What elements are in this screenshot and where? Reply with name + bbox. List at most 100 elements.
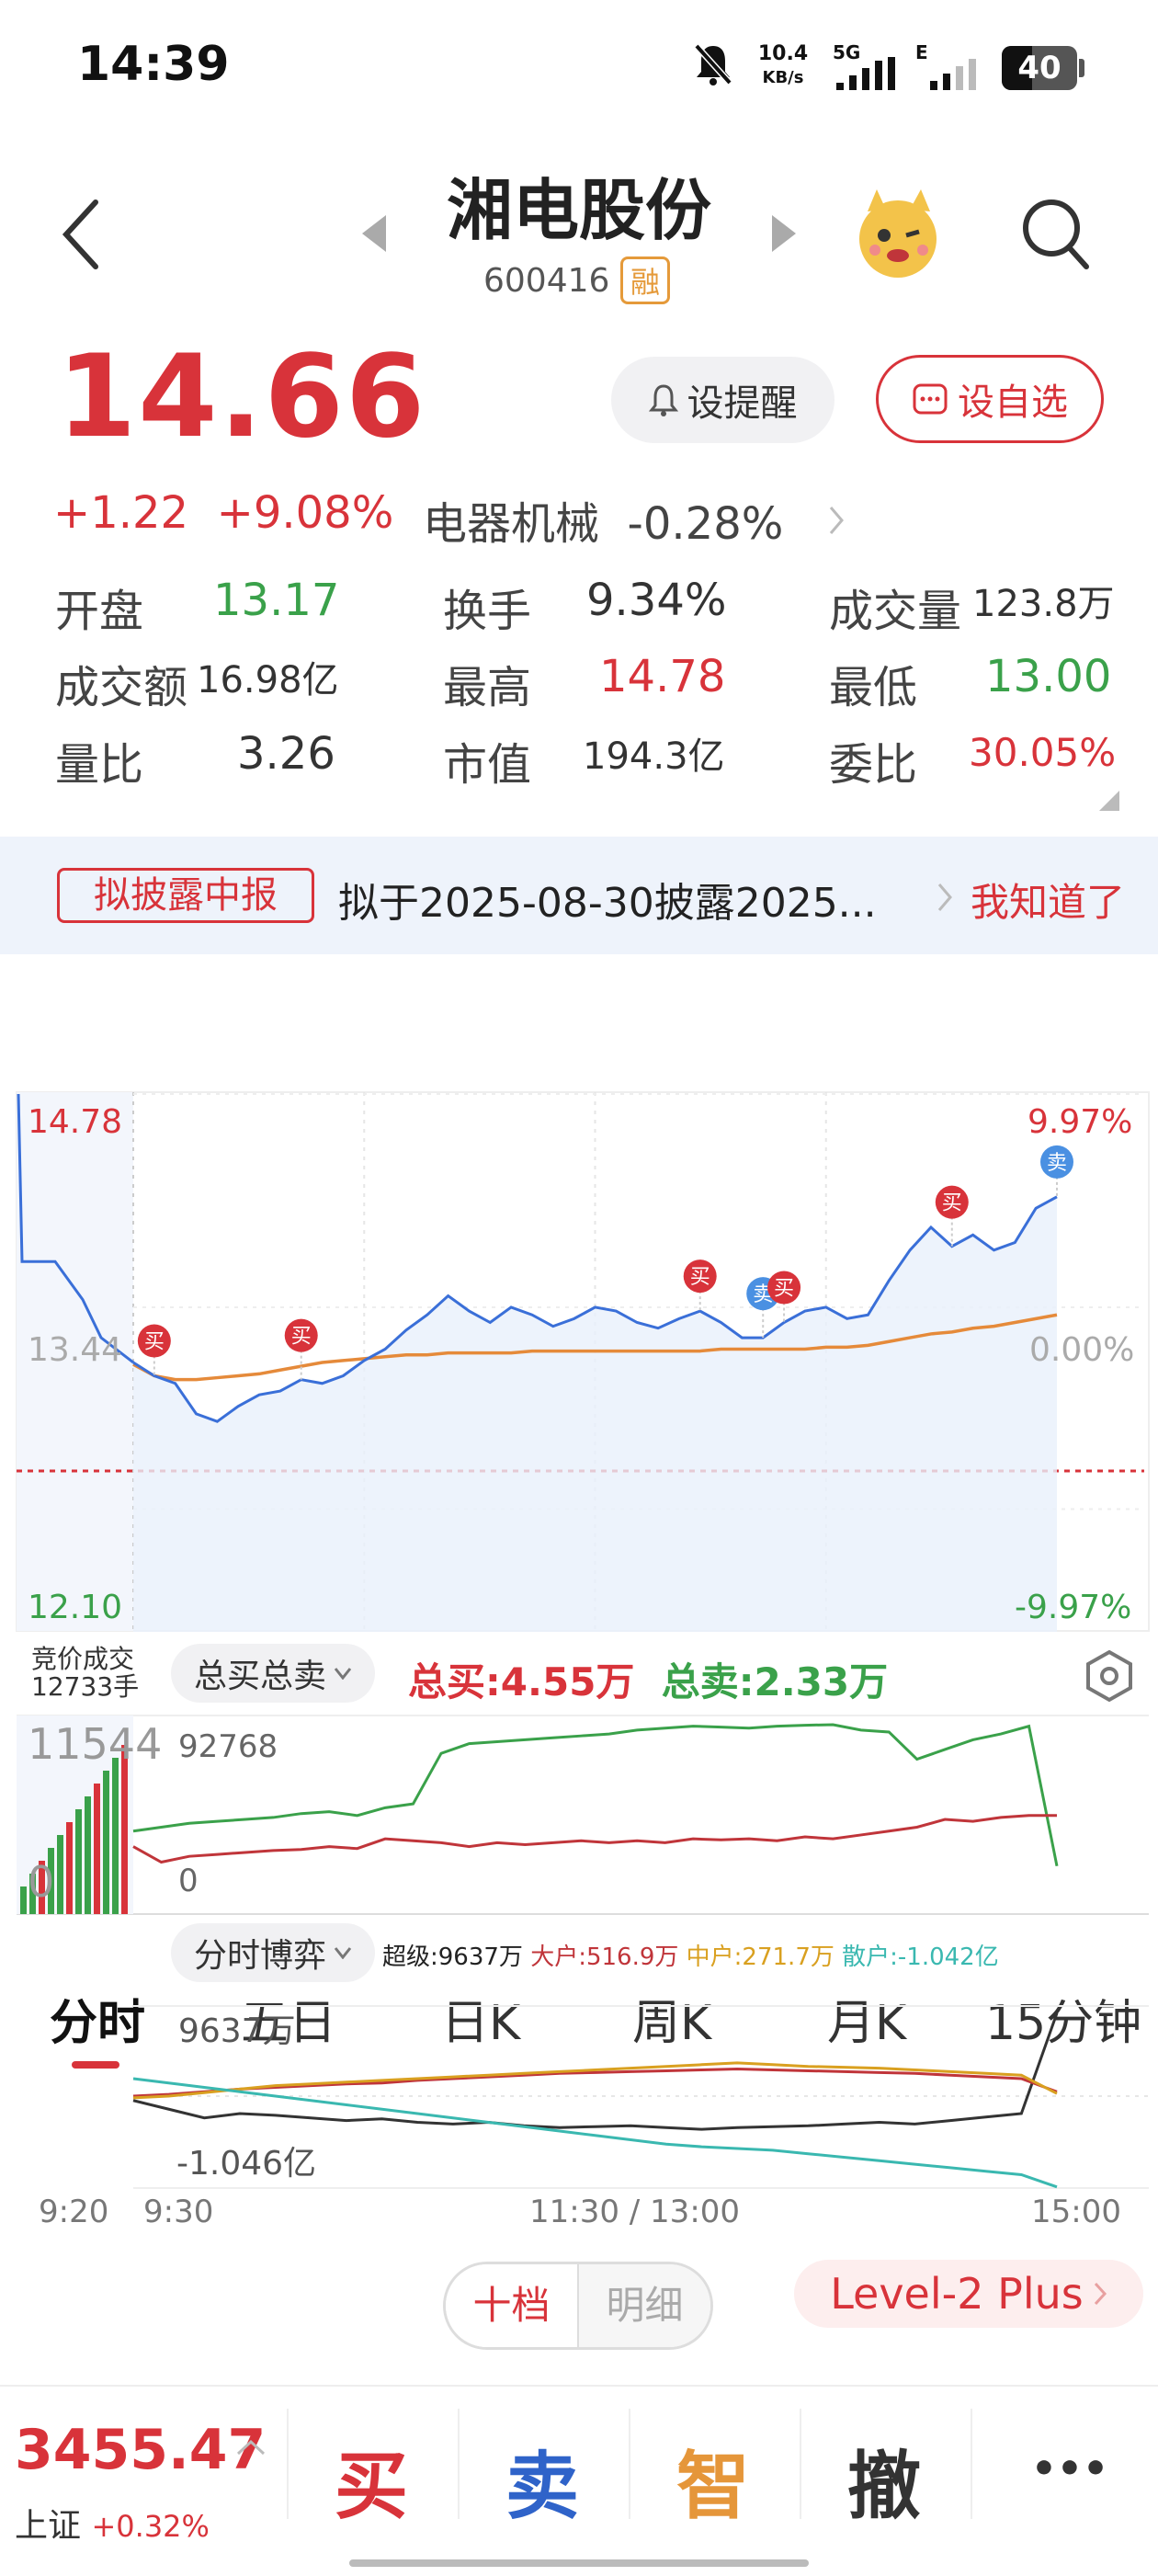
sector-link[interactable]: 电器机械 -0.28% [423,487,783,552]
game-y-bottom: -1.046亿 [176,2145,317,2183]
notice-tag: 拟披露中报 [57,868,314,923]
divider [629,2409,630,2519]
total-sell-label: 总卖: [661,1659,755,1704]
total-buy-value: 4.55万 [500,1659,635,1704]
network2-label: E [915,41,928,63]
stat-turnover-label: 换手 [443,586,532,637]
x-tick-midday: 11:30 / 13:00 [529,2194,741,2230]
y-label-high: 14.78 [28,1103,123,1141]
add-watchlist-label: 设自选 [958,382,1068,424]
level2-label: Level-2 Plus [830,2269,1084,2319]
divider [971,2409,972,2519]
sector-name: 电器机械 [423,498,600,550]
price-change-pct: +9.08% [216,487,394,539]
legend-super: 超级:9637万 [382,1943,523,1971]
expand-corner-icon[interactable] [1099,791,1119,811]
y-label-mid: 13.44 [28,1331,123,1369]
home-indicator [349,2559,809,2567]
status-time: 14:39 [77,37,230,92]
auction-volume-bar [75,1809,82,1914]
sector-pct: -0.28% [627,498,784,550]
stock-name: 湘电股份 [446,172,711,249]
settings-hexagon-icon[interactable] [1084,1649,1134,1703]
chevron-down-icon [334,1947,352,1959]
stat-market-cap-label: 市值 [443,739,532,791]
stat-low-value: 13.00 [985,651,1112,702]
tab-detail[interactable]: 明细 [579,2264,710,2347]
game-selector[interactable]: 分时博弈 [171,1923,375,1982]
set-alert-button[interactable]: 设提醒 [611,357,834,443]
more-button[interactable]: ••• [1015,2445,1125,2492]
level2-plus-button[interactable]: Level-2 Plus [794,2260,1143,2328]
cancel-order-button[interactable]: 撤 [829,2427,939,2534]
mascot-icon[interactable] [849,184,947,281]
status-bar: 14:39 10.4 KB/s 5G E 40 [0,0,1158,138]
notice-dismiss-button[interactable]: 我知道了 [971,872,1125,928]
stat-commission-ratio-value: 30.05% [969,730,1117,775]
stat-low-label: 最低 [829,662,918,713]
auction-value: 12733手 [31,1671,140,1702]
game-selector-label: 分时博弈 [193,1937,326,1975]
chevron-down-icon [334,1668,352,1680]
legend-large: 大户:516.9万 [530,1943,679,1971]
stat-volume-label: 成交量 [829,586,962,637]
flow-line-大户 [132,2068,1058,2098]
totals-row: 总买:4.55万 总卖:2.33万 [408,1651,888,1707]
prev-stock-icon[interactable] [360,213,388,254]
y-right-label-high: 9.97% [1027,1103,1133,1141]
y-right-label-mid: 0.00% [1029,1331,1135,1369]
stat-commission-ratio-label: 委比 [829,739,918,791]
total-sell-line [132,1814,1057,1864]
index-value[interactable]: 3455.47 [15,2418,266,2482]
order-book-tabs: 十档 明细 [443,2262,713,2350]
auction-volume-bar [103,1771,109,1914]
add-watchlist-button[interactable]: 设自选 [876,355,1104,443]
battery-tip [1079,59,1084,77]
auction-label: 竞价成交 [31,1644,135,1674]
buy-marker-label: 买 [690,1266,710,1289]
net-speed-unit: KB/s [762,68,804,87]
stat-volume-value: 123.8万 [972,583,1115,625]
notice-text[interactable]: 拟于2025-08-30披露2025... [338,870,877,929]
buy-marker-label: 买 [144,1330,165,1353]
stat-market-cap-value: 194.3亿 [583,735,725,778]
stat-volume-ratio-label: 量比 [55,739,144,791]
sell-marker-label: 卖 [1047,1152,1067,1175]
vol-y-label-top: 11544 [28,1719,163,1769]
back-icon[interactable] [55,193,110,276]
x-tick-1500: 15:00 [1031,2194,1121,2230]
buy-button[interactable]: 买 [316,2427,426,2534]
price-change-row: +1.22 +9.08% [53,487,393,539]
stat-open-value: 13.17 [213,575,340,626]
watchlist-icon [913,383,948,415]
period-tabs: 分时 五日 日K 周K 月K 15分钟 [0,984,1158,2069]
divider [800,2409,801,2519]
legend-medium: 中户:271.7万 [686,1943,834,1971]
y-right-label-low: -9.97% [1015,1589,1132,1626]
next-stock-icon[interactable] [770,213,798,254]
search-icon[interactable] [1018,195,1092,272]
chevron-right-icon [1094,2282,1107,2306]
smart-button[interactable]: 智 [658,2427,768,2534]
legend-retail: 散户:-1.042亿 [842,1943,999,1971]
index-pct: +0.32% [91,2509,210,2544]
chevron-up-icon[interactable] [235,2438,267,2456]
stat-high-value: 14.78 [599,651,726,702]
buy-sell-selector[interactable]: 总买总卖 [171,1644,375,1703]
price-area-fill [133,1196,1057,1632]
mute-bell-icon [694,43,732,85]
game-y-top: 9637万 [178,2012,296,2050]
flow-line-中户 [132,2061,1058,2100]
game-legend: 超级:9637万 大户:516.9万 中户:271.7万 散户:-1.042亿 [382,1938,999,1972]
current-price: 14.66 [57,331,427,463]
margin-badge: 融 [620,256,670,304]
net-speed-value: 10.4 [757,42,809,65]
stat-turnover-value: 9.34% [586,575,727,626]
x-tick-930: 9:30 [143,2194,214,2230]
notice-chevron-icon[interactable] [936,881,954,914]
signal-icon [836,57,895,90]
sell-button[interactable]: 卖 [487,2427,597,2534]
net-speed: 10.4 KB/s [754,42,812,90]
chevron-right-icon[interactable] [827,504,846,537]
tab-ten-levels[interactable]: 十档 [446,2264,579,2347]
